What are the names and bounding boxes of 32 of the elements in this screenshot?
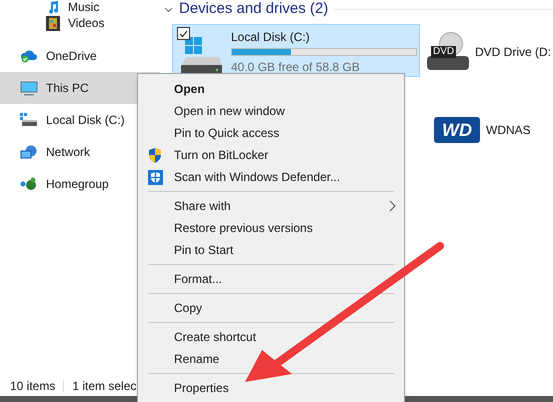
free-space-text: 40.0 GB free of 58.8 GB: [231, 59, 361, 76]
sidebar-item[interactable]: OneDrive: [0, 40, 160, 72]
menu-item[interactable]: Create shortcut: [140, 326, 402, 348]
sidebar-item[interactable]: Music: [0, 0, 160, 14]
music-note-icon: [46, 0, 60, 14]
monitor-icon: [20, 80, 38, 96]
selection-count: 1 item selec: [72, 378, 136, 395]
drive-tile[interactable]: DVD DVD Drive (D:: [424, 24, 552, 77]
cloud-icon: [20, 49, 38, 63]
menu-item[interactable]: Pin to Start: [140, 239, 402, 261]
section-heading: Devices and drives (2): [179, 0, 328, 19]
logo-badge: WD: [434, 117, 480, 143]
homegroup-icon: [20, 177, 38, 191]
shield-icon: [148, 148, 162, 162]
shield-icon: [148, 170, 163, 184]
network-globe-icon: [20, 144, 38, 160]
checkbox[interactable]: [177, 27, 190, 40]
sidebar-item[interactable]: Videos: [0, 14, 160, 32]
menu-item[interactable]: Copy: [140, 297, 402, 319]
chevron-right-icon: [389, 200, 396, 212]
chevron-icon[interactable]: [164, 4, 173, 14]
drive-name: DVD Drive (D:: [475, 44, 552, 61]
item-count: 10 items: [10, 378, 56, 395]
menu-item[interactable]: Rename: [140, 348, 402, 370]
menu-item[interactable]: Restore previous versions: [140, 217, 402, 239]
menu-item[interactable]: Format...: [140, 268, 402, 290]
drive-tile[interactable]: Local Disk (C:) 40.0 GB free of 58.8 GB: [172, 24, 420, 77]
menu-item[interactable]: Properties: [140, 377, 402, 399]
location-name: WDNAS: [486, 122, 531, 139]
hard-drive-icon: [20, 113, 38, 127]
drive-name: Local Disk (C:): [231, 29, 311, 46]
film-icon: [46, 16, 60, 30]
